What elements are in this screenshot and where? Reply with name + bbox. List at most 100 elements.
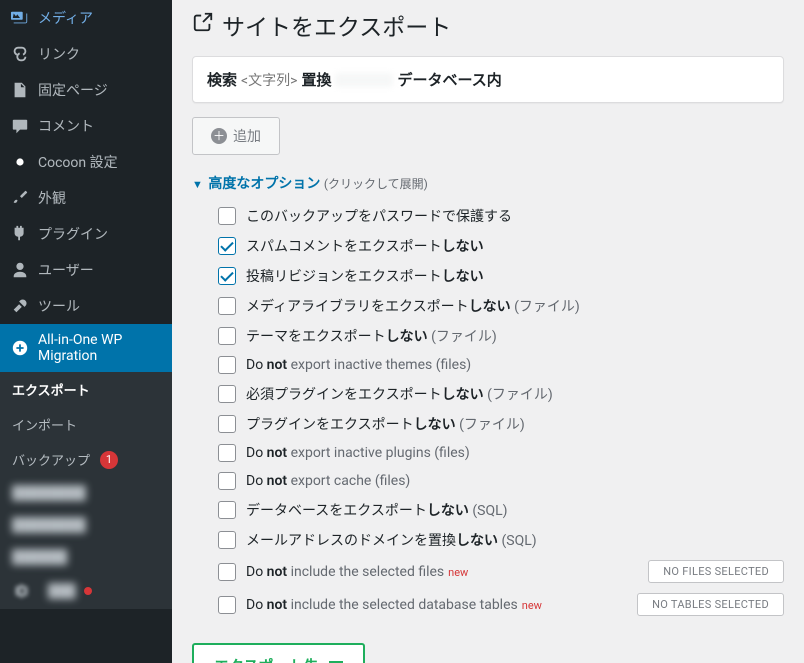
comment-icon <box>10 116 30 136</box>
cocoon-icon <box>10 152 30 172</box>
option-checkbox[interactable] <box>218 356 236 374</box>
export-option: Do not include the selected database tab… <box>218 588 784 621</box>
submenu-hidden-3[interactable]: ██████ <box>0 541 172 573</box>
option-label: スパムコメントをエクスポートしない <box>246 236 484 256</box>
sidebar-item-media[interactable]: メディア <box>0 0 172 36</box>
search-replace-bar[interactable]: 検索 <文字列> 置換 データベース内 <box>192 56 784 103</box>
submenu-backup[interactable]: バックアップ 1 <box>0 442 172 477</box>
advanced-options-toggle[interactable]: ▼ 高度なオプション (クリックして展開) <box>192 173 784 193</box>
db-label: データベース内 <box>397 69 501 90</box>
submenu-backup-label: バックアップ <box>12 450 90 469</box>
option-checkbox[interactable] <box>218 531 236 549</box>
plugin-icon <box>10 224 30 244</box>
page-icon <box>10 80 30 100</box>
sidebar-item-label: メディア <box>38 8 93 28</box>
sidebar-item-users[interactable]: ユーザー <box>0 252 172 288</box>
backup-badge: 1 <box>100 451 118 469</box>
replace-label: 置換 <box>301 69 331 90</box>
wrench-icon <box>10 296 30 316</box>
advanced-hint: (クリックして展開) <box>324 177 428 191</box>
export-option: Do not include the selected filesnew NO F… <box>218 555 784 588</box>
sidebar-item-label: ツール <box>38 296 80 316</box>
option-checkbox[interactable] <box>218 563 236 581</box>
page-title-text: サイトをエクスポート <box>222 8 451 42</box>
option-label: プラグインをエクスポートしない (ファイル) <box>246 414 525 434</box>
export-option: このバックアップをパスワードで保護する <box>218 201 784 231</box>
export-option: Do not export cache (files) <box>218 467 784 495</box>
select-button[interactable]: NO FILES SELECTED <box>648 560 784 583</box>
main-content: サイトをエクスポート 検索 <文字列> 置換 データベース内 ＋ 追加 ▼ 高度… <box>172 0 804 663</box>
ai1wm-submenu: エクスポート インポート バックアップ 1 ████████ ████████ … <box>0 372 172 609</box>
option-checkbox[interactable] <box>218 444 236 462</box>
option-label: データベースをエクスポートしない (SQL) <box>246 500 508 520</box>
export-option: メディアライブラリをエクスポートしない (ファイル) <box>218 291 784 321</box>
export-to-button[interactable]: エクスポート先 <box>192 643 365 663</box>
sidebar-item-appearance[interactable]: 外観 <box>0 180 172 216</box>
export-btn-label: エクスポート先 <box>214 655 319 663</box>
migration-icon <box>10 338 30 358</box>
search-label: 検索 <box>207 69 237 90</box>
notification-dot <box>84 587 92 595</box>
export-option: データベースをエクスポートしない (SQL) <box>218 495 784 525</box>
option-label: このバックアップをパスワードで保護する <box>246 206 512 226</box>
new-tag: new <box>522 599 542 612</box>
export-icon <box>192 11 214 39</box>
new-tag: new <box>448 566 468 579</box>
add-button[interactable]: ＋ 追加 <box>192 117 280 155</box>
option-checkbox[interactable] <box>218 415 236 433</box>
option-checkbox[interactable] <box>218 207 236 225</box>
plus-icon: ＋ <box>211 128 227 144</box>
submenu-export[interactable]: エクスポート <box>0 372 172 407</box>
media-icon <box>10 8 30 28</box>
option-checkbox[interactable] <box>218 501 236 519</box>
sidebar-item-label: 固定ページ <box>38 80 108 100</box>
option-checkbox[interactable] <box>218 267 236 285</box>
export-option: メールアドレスのドメインを置換しない (SQL) <box>218 525 784 555</box>
link-icon <box>10 44 30 64</box>
sidebar-item-label: All-in-One WP Migration <box>38 332 162 364</box>
submenu-hidden-2[interactable]: ████████ <box>0 509 172 541</box>
export-option: 投稿リビジョンをエクスポートしない <box>218 261 784 291</box>
export-option: Do not export inactive themes (files) <box>218 351 784 379</box>
option-checkbox[interactable] <box>218 472 236 490</box>
option-label: テーマをエクスポートしない (ファイル) <box>246 326 497 346</box>
option-label: Do not export inactive themes (files) <box>246 357 471 373</box>
add-label: 追加 <box>233 126 261 146</box>
option-checkbox[interactable] <box>218 596 236 614</box>
option-label: 投稿リビジョンをエクスポートしない <box>246 266 484 286</box>
option-label: Do not include the selected filesnew <box>246 564 468 580</box>
sidebar-item-tools[interactable]: ツール <box>0 288 172 324</box>
option-label: メディアライブラリをエクスポートしない (ファイル) <box>246 296 580 316</box>
sidebar-item-label: プラグイン <box>38 224 108 244</box>
user-icon <box>10 260 30 280</box>
sidebar-item-plugins[interactable]: プラグイン <box>0 216 172 252</box>
export-option: 必須プラグインをエクスポートしない (ファイル) <box>218 379 784 409</box>
submenu-hidden-1[interactable]: ████████ <box>0 477 172 509</box>
export-option: スパムコメントをエクスポートしない <box>218 231 784 261</box>
option-label: 必須プラグインをエクスポートしない (ファイル) <box>246 384 553 404</box>
sidebar-item-label: 外観 <box>38 188 66 208</box>
search-string-hint: <文字列> <box>241 70 297 90</box>
advanced-title: 高度なオプション <box>208 176 320 192</box>
option-checkbox[interactable] <box>218 237 236 255</box>
export-options-list: このバックアップをパスワードで保護するスパムコメントをエクスポートしない投稿リビ… <box>192 193 784 631</box>
submenu-import[interactable]: インポート <box>0 407 172 442</box>
sidebar-item-ai1wm[interactable]: All-in-One WP Migration <box>0 324 172 372</box>
sidebar-item-pages[interactable]: 固定ページ <box>0 72 172 108</box>
sidebar-item-label: コメント <box>38 116 94 136</box>
export-option: プラグインをエクスポートしない (ファイル) <box>218 409 784 439</box>
export-option: テーマをエクスポートしない (ファイル) <box>218 321 784 351</box>
option-label: メールアドレスのドメインを置換しない (SQL) <box>246 530 537 550</box>
option-checkbox[interactable] <box>218 327 236 345</box>
sidebar-item-links[interactable]: リンク <box>0 36 172 72</box>
select-button[interactable]: NO TABLES SELECTED <box>637 593 784 616</box>
sidebar-item-comments[interactable]: コメント <box>0 108 172 144</box>
option-checkbox[interactable] <box>218 385 236 403</box>
admin-sidebar: メディア リンク 固定ページ コメント Cocoon 設定 外観 プラグイン ユ… <box>0 0 172 663</box>
sidebar-item-cocoon[interactable]: Cocoon 設定 <box>0 144 172 180</box>
option-checkbox[interactable] <box>218 297 236 315</box>
option-label: Do not export inactive plugins (files) <box>246 445 470 461</box>
sidebar-item-label: リンク <box>38 44 80 64</box>
sidebar-item-label: Cocoon 設定 <box>38 152 118 172</box>
submenu-hidden-4[interactable]: ███ <box>0 573 172 609</box>
